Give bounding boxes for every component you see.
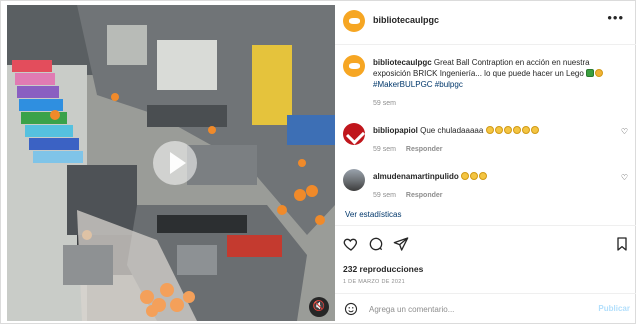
emoji-icon bbox=[595, 69, 604, 77]
caption-username[interactable]: bibliotecaulpgc bbox=[373, 58, 432, 67]
share-icon[interactable] bbox=[393, 236, 409, 252]
caption-time: 59 sem bbox=[373, 100, 396, 107]
comment-composer: Publicar bbox=[335, 293, 636, 324]
comment-time: 59 sem bbox=[373, 192, 396, 199]
comment-time: 59 sem bbox=[373, 146, 396, 153]
view-count[interactable]: 232 reproducciones bbox=[343, 264, 423, 274]
post-video[interactable]: 🔇 bbox=[7, 5, 335, 321]
avatar[interactable] bbox=[343, 169, 365, 191]
action-bar bbox=[335, 225, 636, 265]
comment-username[interactable]: almudenamartinpulido bbox=[373, 172, 459, 181]
publish-button[interactable]: Publicar bbox=[598, 304, 630, 313]
heart-icon[interactable]: ♡ bbox=[621, 173, 628, 182]
emoji-icon bbox=[494, 126, 503, 134]
smiley-icon[interactable] bbox=[344, 302, 358, 316]
post-side-panel: bibliotecaulpgc ••• bibliotecaulpgc Grea… bbox=[335, 1, 636, 324]
comment-body: almudenamartinpulido bbox=[373, 171, 613, 182]
heart-icon[interactable] bbox=[343, 236, 359, 252]
comment-icon[interactable] bbox=[368, 236, 384, 252]
comment-meta: 59 sem Responder bbox=[373, 146, 442, 153]
comment-input[interactable] bbox=[369, 303, 589, 315]
emoji-icon bbox=[485, 126, 494, 134]
more-horizontal-icon[interactable]: ••• bbox=[607, 10, 624, 25]
comment-username[interactable]: bibliopapiol bbox=[373, 126, 418, 135]
emoji-icon bbox=[586, 69, 595, 77]
emoji-icon bbox=[470, 172, 479, 180]
avatar[interactable] bbox=[343, 55, 365, 77]
post-header: bibliotecaulpgc ••• bbox=[335, 1, 636, 45]
avatar[interactable] bbox=[343, 10, 365, 32]
caption-hashtags[interactable]: #MakerBULPGC #bulpgc bbox=[373, 80, 463, 89]
play-icon bbox=[170, 152, 186, 174]
comment-meta: 59 sem Responder bbox=[373, 192, 442, 199]
play-button[interactable] bbox=[153, 141, 197, 185]
emoji-icon bbox=[461, 172, 470, 180]
reply-button[interactable]: Responder bbox=[406, 146, 443, 153]
comment-text: Que chuladaaaaa bbox=[420, 126, 484, 135]
mute-icon[interactable]: 🔇 bbox=[309, 297, 329, 317]
view-insights-link[interactable]: Ver estadísticas bbox=[345, 210, 401, 219]
post-date: 1 DE MARZO DE 2021 bbox=[343, 279, 405, 285]
instagram-post-window: 🔇 bibliotecaulpgc ••• bibliotecaulpgc Gr… bbox=[0, 0, 636, 324]
caption-meta: 59 sem bbox=[373, 100, 396, 107]
emoji-icon bbox=[512, 126, 521, 134]
heart-icon[interactable]: ♡ bbox=[621, 127, 628, 136]
header-username[interactable]: bibliotecaulpgc bbox=[373, 15, 439, 25]
post-caption: bibliotecaulpgc Great Ball Contraption e… bbox=[335, 55, 636, 115]
emoji-icon bbox=[479, 172, 488, 180]
comment-body: bibliopapiol Que chuladaaaaa bbox=[373, 125, 613, 136]
emoji-icon bbox=[503, 126, 512, 134]
avatar[interactable] bbox=[343, 123, 365, 145]
emoji-icon bbox=[530, 126, 539, 134]
reply-button[interactable]: Responder bbox=[406, 192, 443, 199]
list-item: almudenamartinpulido ♡ 59 sem Responder bbox=[335, 169, 636, 209]
bookmark-icon[interactable] bbox=[614, 236, 630, 252]
emoji-icon bbox=[521, 126, 530, 134]
list-item: bibliopapiol Que chuladaaaaa ♡ 59 sem Re… bbox=[335, 123, 636, 163]
caption-body: bibliotecaulpgc Great Ball Contraption e… bbox=[373, 57, 613, 90]
